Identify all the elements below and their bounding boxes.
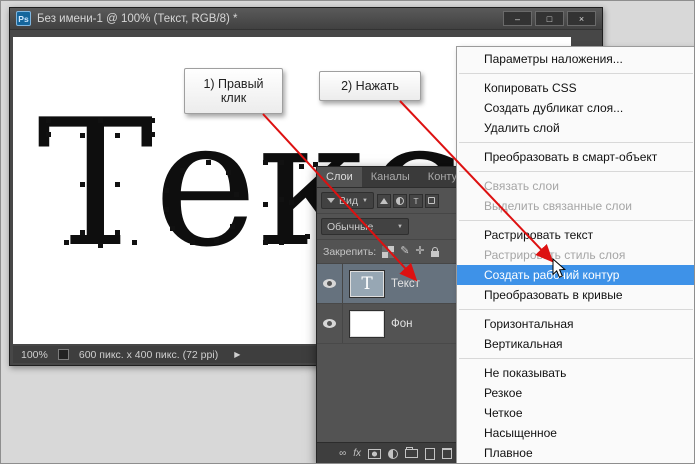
menu-item[interactable]: Плавное — [457, 443, 694, 463]
mountain-icon — [379, 197, 388, 204]
new-layer-icon[interactable] — [425, 447, 435, 460]
filter-funnel-icon — [327, 198, 335, 203]
callout-press: 2) Нажать — [319, 71, 421, 101]
layer-row[interactable]: Фон — [317, 304, 460, 344]
menu-separator — [459, 220, 693, 221]
layer-visibility-toggle[interactable] — [317, 304, 343, 343]
chevron-down-icon: ▼ — [397, 223, 403, 230]
layer-style-icon[interactable]: fx — [353, 448, 361, 459]
layer-thumbnail[interactable]: T — [349, 269, 385, 298]
square-icon — [428, 197, 436, 204]
lock-pixels-brush-icon[interactable]: ✎ — [400, 246, 409, 257]
menu-item[interactable]: Растрировать текст — [457, 225, 694, 245]
document-size-text: 600 пикс. x 400 пикс. (72 ppi) — [78, 348, 219, 361]
zoom-level[interactable]: 100% — [21, 349, 48, 361]
eye-icon — [323, 279, 336, 288]
lock-transparency-icon[interactable] — [382, 245, 395, 258]
window-title: Без имени-1 @ 100% (Текст, RGB/8) * — [37, 12, 238, 25]
layer-visibility-toggle[interactable] — [317, 264, 343, 303]
filter-label: Вид — [339, 194, 358, 207]
filter-shape-layers-icon[interactable] — [424, 193, 439, 208]
menu-item: Связать слои — [484, 179, 559, 193]
layers-list: T Текст Фон — [317, 264, 460, 344]
eye-icon — [323, 319, 336, 328]
menu-item[interactable]: Вертикальная — [457, 334, 694, 354]
layer-name: Фон — [391, 317, 413, 330]
menu-item[interactable]: Резкое — [457, 383, 694, 403]
tab-channels[interactable]: Каналы — [362, 167, 419, 187]
layer-row[interactable]: T Текст — [317, 264, 460, 304]
status-thumbnail-icon — [57, 349, 69, 360]
close-button[interactable]: × — [567, 11, 596, 26]
menu-item[interactable]: Преобразовать в кривые — [457, 285, 694, 305]
filter-adjustment-layers-icon[interactable] — [392, 193, 407, 208]
blend-mode-row: Обычные ▼ — [317, 214, 460, 240]
chevron-down-icon: ▼ — [362, 197, 368, 204]
menu-item[interactable]: Создать рабочий контур — [457, 265, 694, 285]
adjustment-layer-icon[interactable] — [388, 448, 398, 459]
menu-separator — [459, 73, 693, 74]
menu-item[interactable]: Четкое — [457, 403, 694, 423]
lock-all-icon[interactable] — [430, 246, 439, 257]
minimize-button[interactable]: – — [503, 11, 532, 26]
layer-filter-row: Вид ▼ T — [317, 188, 460, 214]
lock-position-move-icon[interactable]: ✛ — [415, 246, 424, 257]
maximize-button[interactable]: □ — [535, 11, 564, 26]
filter-pixel-layers-icon[interactable] — [376, 193, 391, 208]
menu-item[interactable]: Насыщенное — [457, 423, 694, 443]
menu-separator — [459, 309, 693, 310]
layers-panel: Слои Каналы Контуры Вид ▼ T Обычные ▼ Закр… — [316, 166, 471, 463]
menu-item[interactable]: Параметры наложения... — [457, 49, 694, 69]
window-titlebar: Ps Без имени-1 @ 100% (Текст, RGB/8) * –… — [10, 8, 602, 30]
menu-item[interactable]: Удалить слой — [457, 118, 694, 138]
menu-item[interactable]: Горизонтальная — [457, 314, 694, 334]
screenshot-root: Ps Без имени-1 @ 100% (Текст, RGB/8) * –… — [0, 0, 695, 464]
layers-panel-tabs: Слои Каналы Контуры — [317, 167, 471, 188]
context-menu: Параметры наложения... Копировать CSS Созд… — [456, 46, 694, 463]
blend-mode-value: Обычные — [327, 220, 374, 233]
layers-panel-footer: ∞ fx — [317, 442, 460, 463]
lock-label: Закрепить: — [323, 245, 377, 258]
menu-separator — [459, 358, 693, 359]
layer-mask-icon[interactable] — [368, 448, 381, 459]
layer-thumbnail[interactable] — [349, 309, 385, 338]
link-layers-icon[interactable]: ∞ — [339, 448, 346, 459]
filter-type-buttons: T — [376, 193, 439, 208]
menu-item[interactable]: Не показывать — [457, 363, 694, 383]
menu-separator — [459, 171, 693, 172]
status-menu-arrow-icon[interactable]: ▶ — [234, 350, 240, 359]
callout-right-click: 1) Правый клик — [184, 68, 283, 114]
lock-row: Закрепить: ✎ ✛ — [317, 240, 460, 264]
menu-item: Растрировать стиль слоя — [484, 248, 626, 262]
menu-separator — [459, 142, 693, 143]
layer-group-icon[interactable] — [405, 447, 418, 458]
menu-item[interactable]: Создать дубликат слоя... — [457, 98, 694, 118]
layer-filter-dropdown[interactable]: Вид ▼ — [321, 192, 374, 209]
delete-layer-icon[interactable] — [442, 448, 452, 459]
menu-item[interactable]: Преобразовать в смарт-объект — [457, 147, 694, 167]
menu-item[interactable]: Копировать CSS — [457, 78, 694, 98]
filter-type-layers-icon[interactable]: T — [408, 193, 423, 208]
blend-mode-dropdown[interactable]: Обычные ▼ — [321, 218, 409, 235]
window-controls: – □ × — [503, 11, 596, 26]
half-circle-icon — [395, 196, 404, 205]
layer-name: Текст — [391, 277, 420, 290]
menu-item: Выделить связанные слои — [484, 199, 633, 213]
photoshop-app-icon: Ps — [16, 11, 31, 26]
tab-layers[interactable]: Слои — [317, 167, 362, 187]
